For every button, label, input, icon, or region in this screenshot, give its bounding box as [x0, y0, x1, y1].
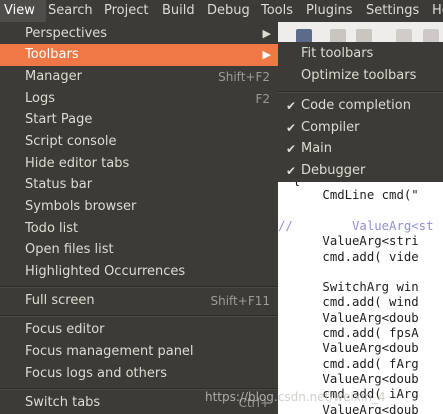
menu-help[interactable]: Help: [432, 0, 443, 22]
submenu-item-label: Code completion: [301, 98, 411, 113]
code-line: CmdLine cmd(": [278, 188, 419, 203]
code-line: ValueArg<doub: [278, 371, 419, 386]
menu-item-label: Open files list: [25, 242, 114, 257]
menu-item-focus-logs[interactable]: Focus logs and others: [0, 363, 278, 385]
menu-separator: [0, 287, 278, 288]
menu-item-hide-editor-tabs[interactable]: Hide editor tabs: [0, 153, 278, 175]
submenu-separator: [278, 92, 443, 93]
menu-item-open-files-list[interactable]: Open files list: [0, 239, 278, 261]
code-line: ValueArg<doub: [278, 310, 419, 325]
code-line: cmd.add( vide: [278, 249, 419, 264]
submenu-item-fit-toolbars[interactable]: Fit toolbars: [278, 43, 443, 65]
submenu-item-label: Optimize toolbars: [301, 68, 417, 83]
code-line: cmd.add( fArg: [278, 356, 419, 371]
submenu-item-code-completion[interactable]: ✔ Code completion: [278, 95, 443, 117]
menu-bar: View Search Project Build Debug Tools Pl…: [0, 0, 443, 22]
menu-item-shortcut: Shift+F2: [218, 70, 270, 84]
submenu-item-label: Fit toolbars: [301, 46, 374, 61]
watermark: https://blog.csdn.net/weixin_4: [205, 390, 386, 404]
menu-item-label: Symbols browser: [25, 199, 137, 214]
menu-tools[interactable]: Tools: [261, 0, 293, 22]
submenu-item-debugger[interactable]: ✔ Debugger: [278, 160, 443, 182]
check-icon: ✔: [286, 164, 297, 178]
code-line: ValueArg<stri: [278, 234, 419, 249]
menu-item-label: Highlighted Occurrences: [25, 264, 186, 279]
menu-item-focus-editor[interactable]: Focus editor: [0, 319, 278, 341]
menu-item-script-console[interactable]: Script console: [0, 131, 278, 153]
menu-item-label: Script console: [25, 134, 117, 149]
toolbars-submenu: Fit toolbars Optimize toolbars ✔ Code co…: [278, 42, 443, 182]
code-line: SwitchArg win: [278, 280, 419, 295]
menu-item-focus-management-panel[interactable]: Focus management panel: [0, 341, 278, 363]
menu-item-label: Logs: [25, 91, 55, 106]
menu-item-label: Full screen: [25, 293, 95, 308]
submenu-item-label: Debugger: [301, 163, 366, 178]
menu-item-highlighted-occurrences[interactable]: Highlighted Occurrences: [0, 261, 278, 283]
menu-view[interactable]: View: [0, 0, 46, 22]
menu-item-label: Hide editor tabs: [25, 156, 130, 171]
view-menu: Perspectives ▶ Toolbars ▶ Manager Shift+…: [0, 22, 278, 414]
menu-item-toolbars[interactable]: Toolbars ▶: [0, 44, 278, 66]
submenu-item-compiler[interactable]: ✔ Compiler: [278, 117, 443, 139]
menu-item-label: Focus management panel: [25, 344, 194, 359]
code-line: cmd.add( fpsA: [278, 326, 419, 340]
submenu-item-optimize-toolbars[interactable]: Optimize toolbars: [278, 65, 443, 87]
menu-item-symbols-browser[interactable]: Symbols browser: [0, 196, 278, 218]
menu-debug[interactable]: Debug: [207, 0, 250, 22]
menu-search[interactable]: Search: [48, 0, 93, 22]
submenu-item-label: Main: [301, 141, 333, 156]
menu-build[interactable]: Build: [162, 0, 195, 22]
menu-item-label: Manager: [25, 69, 82, 84]
check-icon: ✔: [286, 121, 297, 135]
menu-project[interactable]: Project: [104, 0, 148, 22]
check-icon: ✔: [286, 142, 297, 156]
menu-item-label: Status bar: [25, 177, 93, 192]
code-line: // ValueArg<st: [278, 218, 434, 233]
menu-item-manager[interactable]: Manager Shift+F2: [0, 66, 278, 88]
menu-item-label: Focus logs and others: [25, 366, 167, 381]
submenu-item-main[interactable]: ✔ Main: [278, 138, 443, 160]
menu-plugins[interactable]: Plugins: [306, 0, 353, 22]
menu-item-label: Switch tabs: [25, 395, 101, 410]
code-line: cmd.add( wind: [278, 295, 419, 310]
menu-separator: [0, 316, 278, 317]
menu-item-label: Toolbars: [25, 47, 79, 62]
menu-item-perspectives[interactable]: Perspectives ▶: [0, 23, 278, 45]
menu-item-shortcut: F2: [255, 92, 270, 106]
menu-settings[interactable]: Settings: [366, 0, 419, 22]
submenu-arrow-icon: ▶: [262, 48, 271, 61]
code-line: ValueArg<doub: [278, 341, 419, 356]
submenu-arrow-icon: ▶: [262, 27, 271, 40]
menu-item-label: Focus editor: [25, 322, 105, 337]
check-icon: ✔: [286, 99, 297, 113]
menu-item-todo-list[interactable]: Todo list: [0, 218, 278, 240]
menu-item-logs[interactable]: Logs F2: [0, 88, 278, 110]
menu-item-label: Perspectives: [25, 26, 108, 41]
menu-item-label: Start Page: [25, 112, 93, 127]
menu-item-start-page[interactable]: Start Page: [0, 109, 278, 131]
menu-item-status-bar[interactable]: Status bar: [0, 174, 278, 196]
menu-item-shortcut: Shift+F11: [210, 294, 270, 308]
submenu-item-label: Compiler: [301, 120, 360, 135]
menu-item-label: Todo list: [25, 221, 79, 236]
menu-item-full-screen[interactable]: Full screen Shift+F11: [0, 290, 278, 312]
